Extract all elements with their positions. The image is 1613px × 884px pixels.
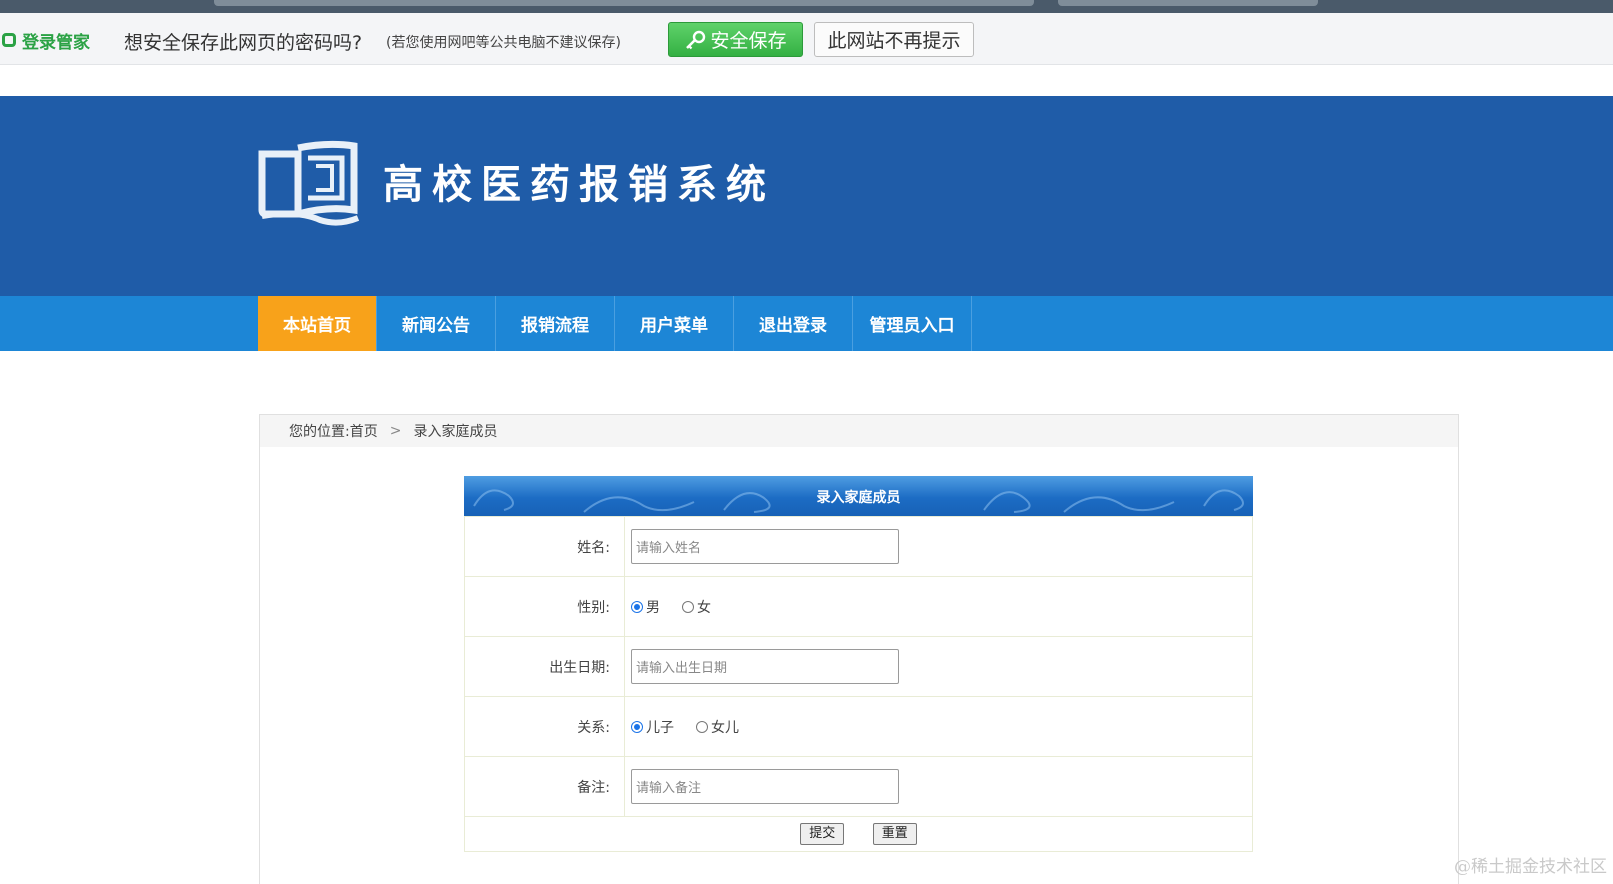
gender-male-radio[interactable] — [631, 600, 643, 613]
breadcrumb-current: 录入家庭成员 — [413, 424, 498, 440]
breadcrumb-home[interactable]: 首页 — [350, 421, 378, 441]
safe-save-label: 安全保存 — [710, 30, 787, 52]
form-header: 录入家庭成员 — [464, 476, 1253, 516]
browser-tab[interactable] — [214, 0, 1034, 6]
form-row-birth: 出生日期: 请输入出生日期 — [464, 636, 1253, 697]
password-manager-name: 登录管家 — [22, 32, 90, 53]
birth-label: 出生日期: — [464, 636, 625, 697]
site-title: 高校医药报销系统 — [383, 161, 775, 208]
browser-tab-strip — [0, 0, 1613, 13]
password-manager-brand: 登录管家 — [2, 29, 90, 53]
submit-button[interactable]: 提交 — [800, 823, 845, 845]
safe-save-button[interactable]: 安全保存 — [668, 22, 803, 57]
nav-item-home[interactable]: 本站首页 — [258, 296, 377, 351]
browser-tab[interactable] — [1058, 0, 1318, 6]
never-remind-button[interactable]: 此网站不再提示 — [814, 22, 974, 57]
nav-item-user-menu[interactable]: 用户菜单 — [615, 296, 734, 351]
gender-male-label[interactable]: 男 — [646, 597, 660, 617]
relation-label: 关系: — [464, 696, 625, 757]
relation-daughter-label[interactable]: 女儿 — [711, 717, 739, 737]
birth-date-input[interactable]: 请输入出生日期 — [631, 649, 899, 684]
relation-son-radio[interactable] — [631, 720, 643, 733]
nav-item-admin[interactable]: 管理员入口 — [853, 296, 972, 351]
nav-item-process[interactable]: 报销流程 — [496, 296, 615, 351]
main-nav: 本站首页 新闻公告 报销流程 用户菜单 退出登录 管理员入口 — [0, 296, 1613, 351]
save-password-note: (若您使用网吧等公共电脑不建议保存) — [386, 35, 621, 51]
name-label: 姓名: — [464, 516, 625, 577]
name-input[interactable]: 请输入姓名 — [631, 529, 899, 564]
form-title: 录入家庭成员 — [816, 490, 901, 506]
form-row-name: 姓名: 请输入姓名 — [464, 516, 1253, 577]
relation-son-label[interactable]: 儿子 — [646, 717, 674, 737]
book-logo-icon — [258, 140, 362, 228]
breadcrumb-prefix: 您的位置: — [289, 424, 350, 440]
watermark: @稀土掘金技术社区 — [1454, 857, 1607, 877]
gender-radio-group: 男 女 — [631, 597, 1251, 617]
relation-daughter-radio[interactable] — [696, 720, 708, 733]
form-row-gender: 性别: 男 女 — [464, 576, 1253, 637]
nav-item-news[interactable]: 新闻公告 — [377, 296, 496, 351]
breadcrumb-separator: > — [389, 423, 402, 439]
remark-input[interactable]: 请输入备注 — [631, 769, 899, 804]
breadcrumb: 您的位置: 首页 > 录入家庭成员 — [260, 415, 1458, 447]
password-manager-icon — [2, 33, 16, 47]
form-row-actions: 提交 重置 — [464, 816, 1253, 852]
save-password-question: 想安全保存此网页的密码吗? — [124, 32, 363, 54]
gender-female-label[interactable]: 女 — [697, 597, 711, 617]
form-row-relation: 关系: 儿子 女儿 — [464, 696, 1253, 757]
form-table: 姓名: 请输入姓名 性别: 男 女 出生日期: 请输入出生日期 关系: 儿子 女… — [464, 516, 1253, 852]
key-icon — [684, 30, 706, 50]
form-row-remark: 备注: 请输入备注 — [464, 756, 1253, 817]
reset-button[interactable]: 重置 — [872, 823, 917, 845]
gender-label: 性别: — [464, 576, 625, 637]
password-save-bar: 登录管家 想安全保存此网页的密码吗? (若您使用网吧等公共电脑不建议保存) 安全… — [0, 13, 1613, 65]
remark-label: 备注: — [464, 756, 625, 817]
family-member-form: 录入家庭成员 姓名: 请输入姓名 性别: 男 女 出生日期: 请输入出生日期 关… — [464, 476, 1253, 852]
gender-female-radio[interactable] — [682, 600, 694, 613]
relation-radio-group: 儿子 女儿 — [631, 717, 1251, 737]
site-header: 高校医药报销系统 — [0, 96, 1613, 296]
nav-item-logout[interactable]: 退出登录 — [734, 296, 853, 351]
